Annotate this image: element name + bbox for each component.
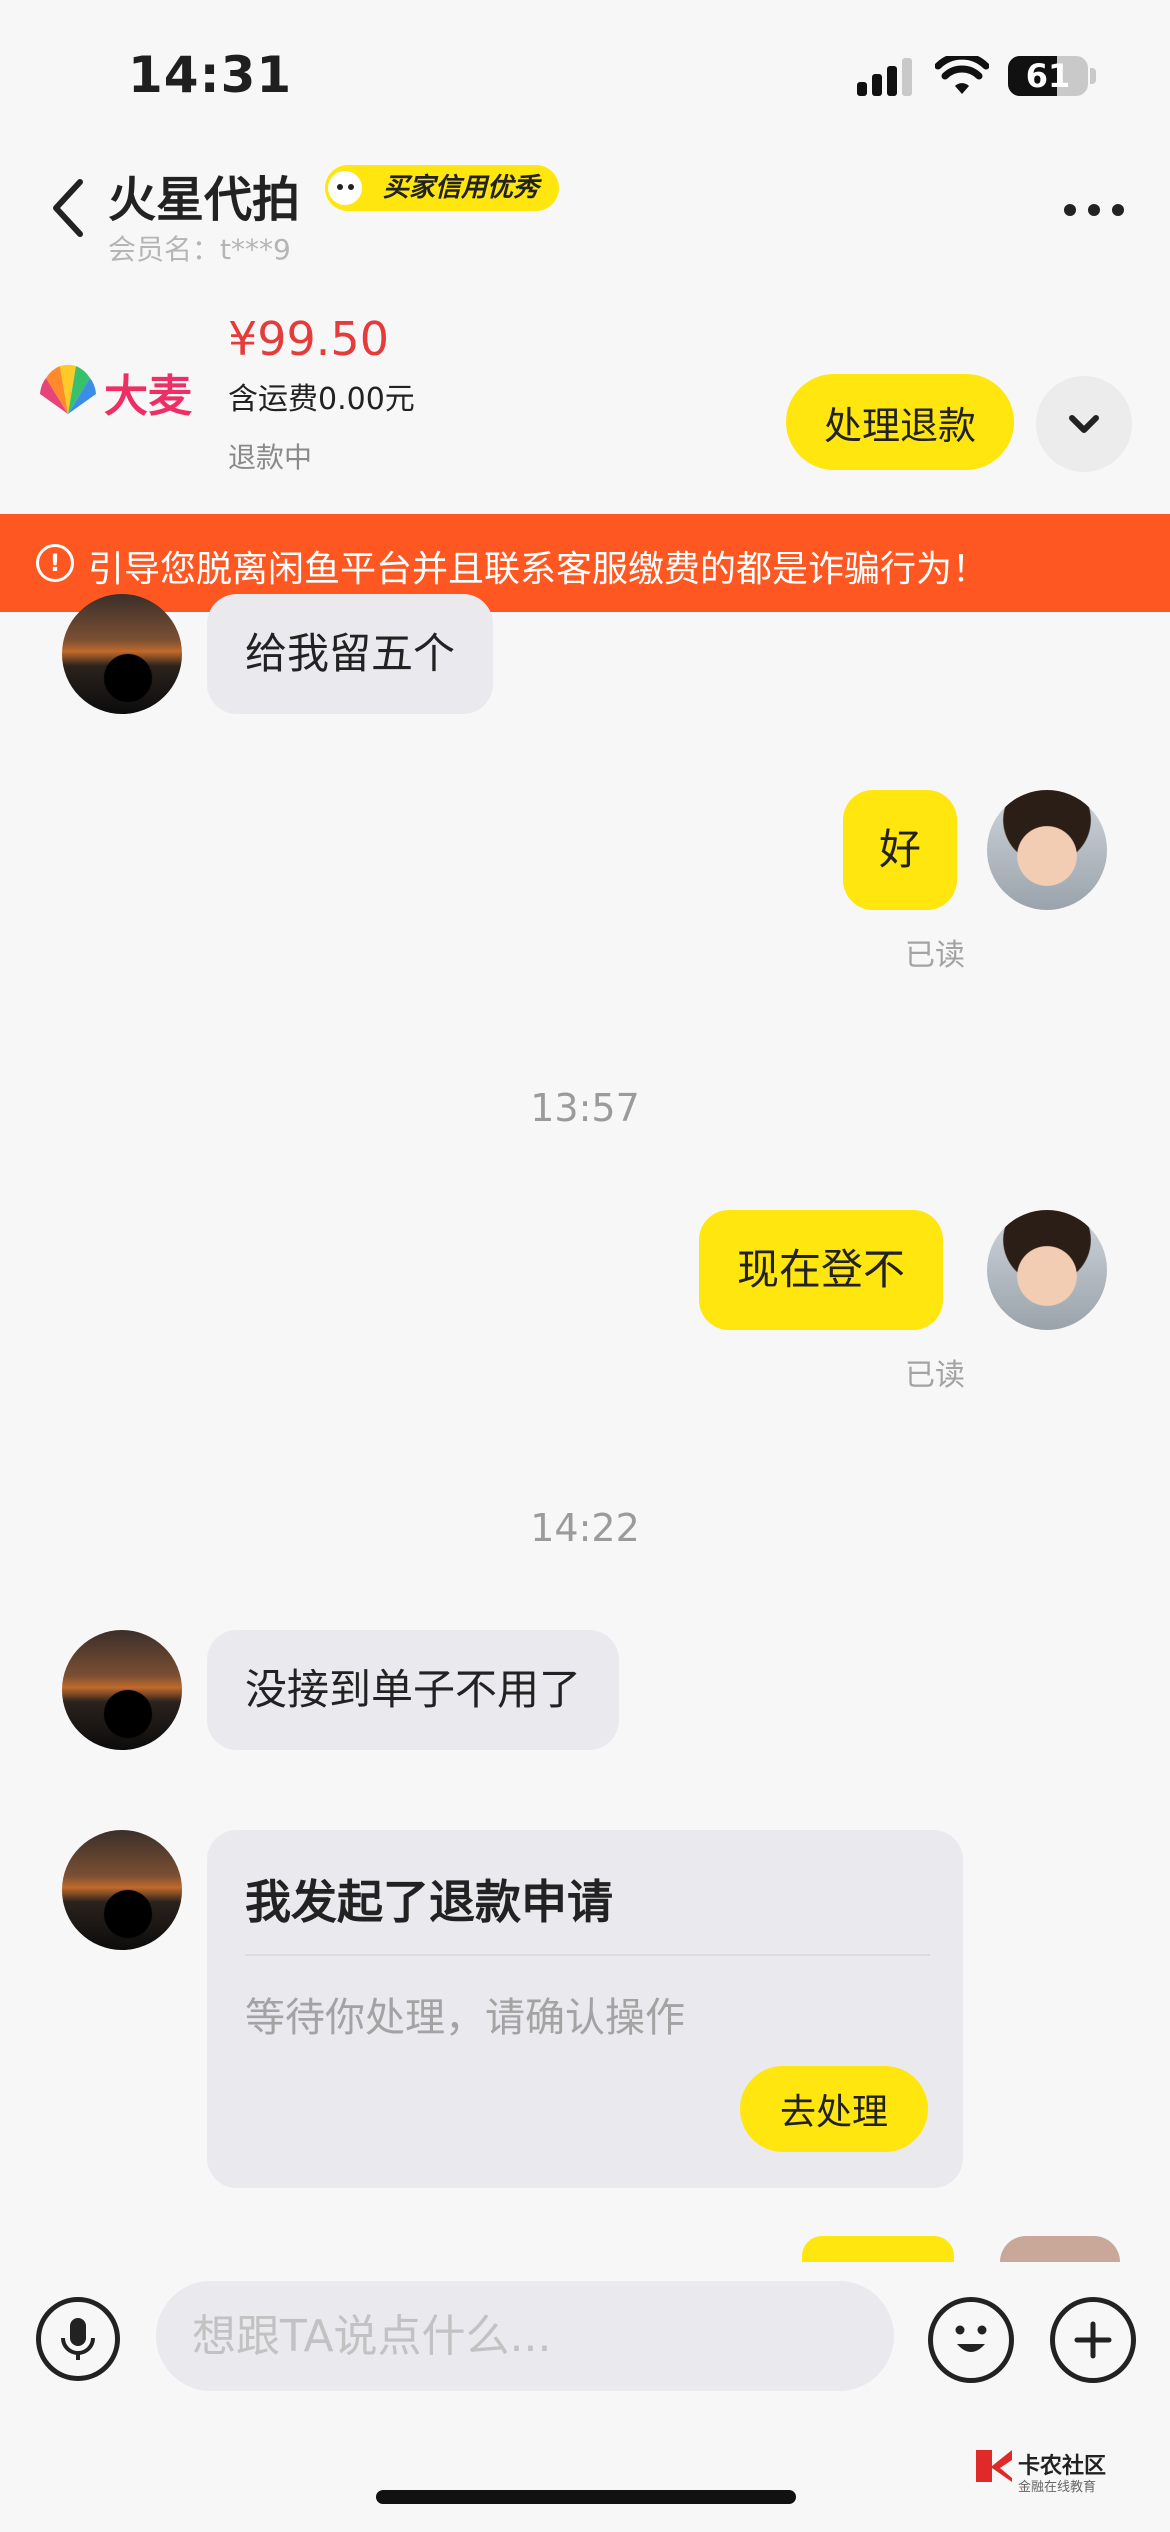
read-receipt: 已读 bbox=[905, 938, 965, 973]
refund-status: 退款中 bbox=[228, 441, 313, 474]
battery-icon: 61 bbox=[1008, 56, 1088, 96]
refund-card-title: 我发起了退款申请 bbox=[245, 1875, 613, 1929]
chevron-down-icon bbox=[1069, 415, 1099, 433]
buyer-avatar[interactable] bbox=[62, 594, 182, 714]
process-refund-button[interactable]: 处理退款 bbox=[786, 374, 1014, 470]
battery-cap bbox=[1090, 68, 1096, 84]
damai-logo[interactable]: 大麦 bbox=[36, 358, 206, 422]
wifi-icon bbox=[935, 56, 989, 94]
watermark-logo-icon bbox=[976, 2450, 1012, 2482]
damai-fan-icon bbox=[40, 364, 96, 414]
my-avatar-partial bbox=[1000, 2236, 1120, 2262]
my-avatar[interactable] bbox=[987, 790, 1107, 910]
microphone-icon bbox=[61, 2318, 95, 2360]
smiley-icon bbox=[955, 2325, 987, 2352]
expand-button[interactable] bbox=[1036, 376, 1132, 472]
buyer-avatar[interactable] bbox=[62, 1830, 182, 1950]
more-options-icon[interactable] bbox=[1062, 202, 1126, 218]
damai-brand-text: 大麦 bbox=[104, 371, 192, 422]
member-name-label: 会员名：t***9 bbox=[108, 233, 291, 266]
battery-level: 61 bbox=[1025, 57, 1071, 95]
seller-name[interactable]: 火星代拍 bbox=[108, 160, 300, 230]
exclamation-circle-icon: ! bbox=[36, 544, 74, 582]
back-chevron-icon[interactable] bbox=[48, 176, 88, 240]
message-input[interactable] bbox=[156, 2281, 894, 2391]
voice-button[interactable] bbox=[36, 2297, 120, 2381]
refund-card-description: 等待你处理，请确认操作 bbox=[245, 1995, 685, 2041]
status-time: 14:31 bbox=[128, 46, 293, 104]
read-receipt: 已读 bbox=[905, 1358, 965, 1393]
time-separator: 13:57 bbox=[530, 1086, 640, 1130]
message-bubble[interactable]: 好 bbox=[843, 790, 958, 910]
shipping-fee: 含运费0.00元 bbox=[228, 382, 415, 417]
product-price: ¥99.50 bbox=[228, 312, 389, 366]
message-bubble[interactable]: 给我留五个 bbox=[207, 594, 494, 714]
my-avatar[interactable] bbox=[987, 1210, 1107, 1330]
plus-icon bbox=[1074, 2321, 1112, 2359]
message-bubble[interactable]: 现在登不 bbox=[699, 1210, 944, 1330]
emoji-button[interactable] bbox=[928, 2297, 1014, 2383]
add-more-button[interactable] bbox=[1050, 2297, 1136, 2383]
fish-face-icon bbox=[328, 171, 362, 205]
fraud-warning-text: 引导您脱离闲鱼平台并且联系客服缴费的都是诈骗行为！ bbox=[88, 549, 989, 590]
go-process-button[interactable]: 去处理 bbox=[740, 2066, 928, 2152]
home-indicator[interactable] bbox=[376, 2490, 796, 2504]
message-bubble[interactable]: 没接到单子不用了 bbox=[207, 1630, 620, 1750]
time-separator: 14:22 bbox=[530, 1506, 640, 1550]
buyer-avatar[interactable] bbox=[62, 1630, 182, 1750]
divider bbox=[245, 1954, 930, 1956]
watermark-subtitle: 金融在线教育 bbox=[1018, 2480, 1097, 2495]
cellular-signal-icon bbox=[857, 58, 912, 96]
